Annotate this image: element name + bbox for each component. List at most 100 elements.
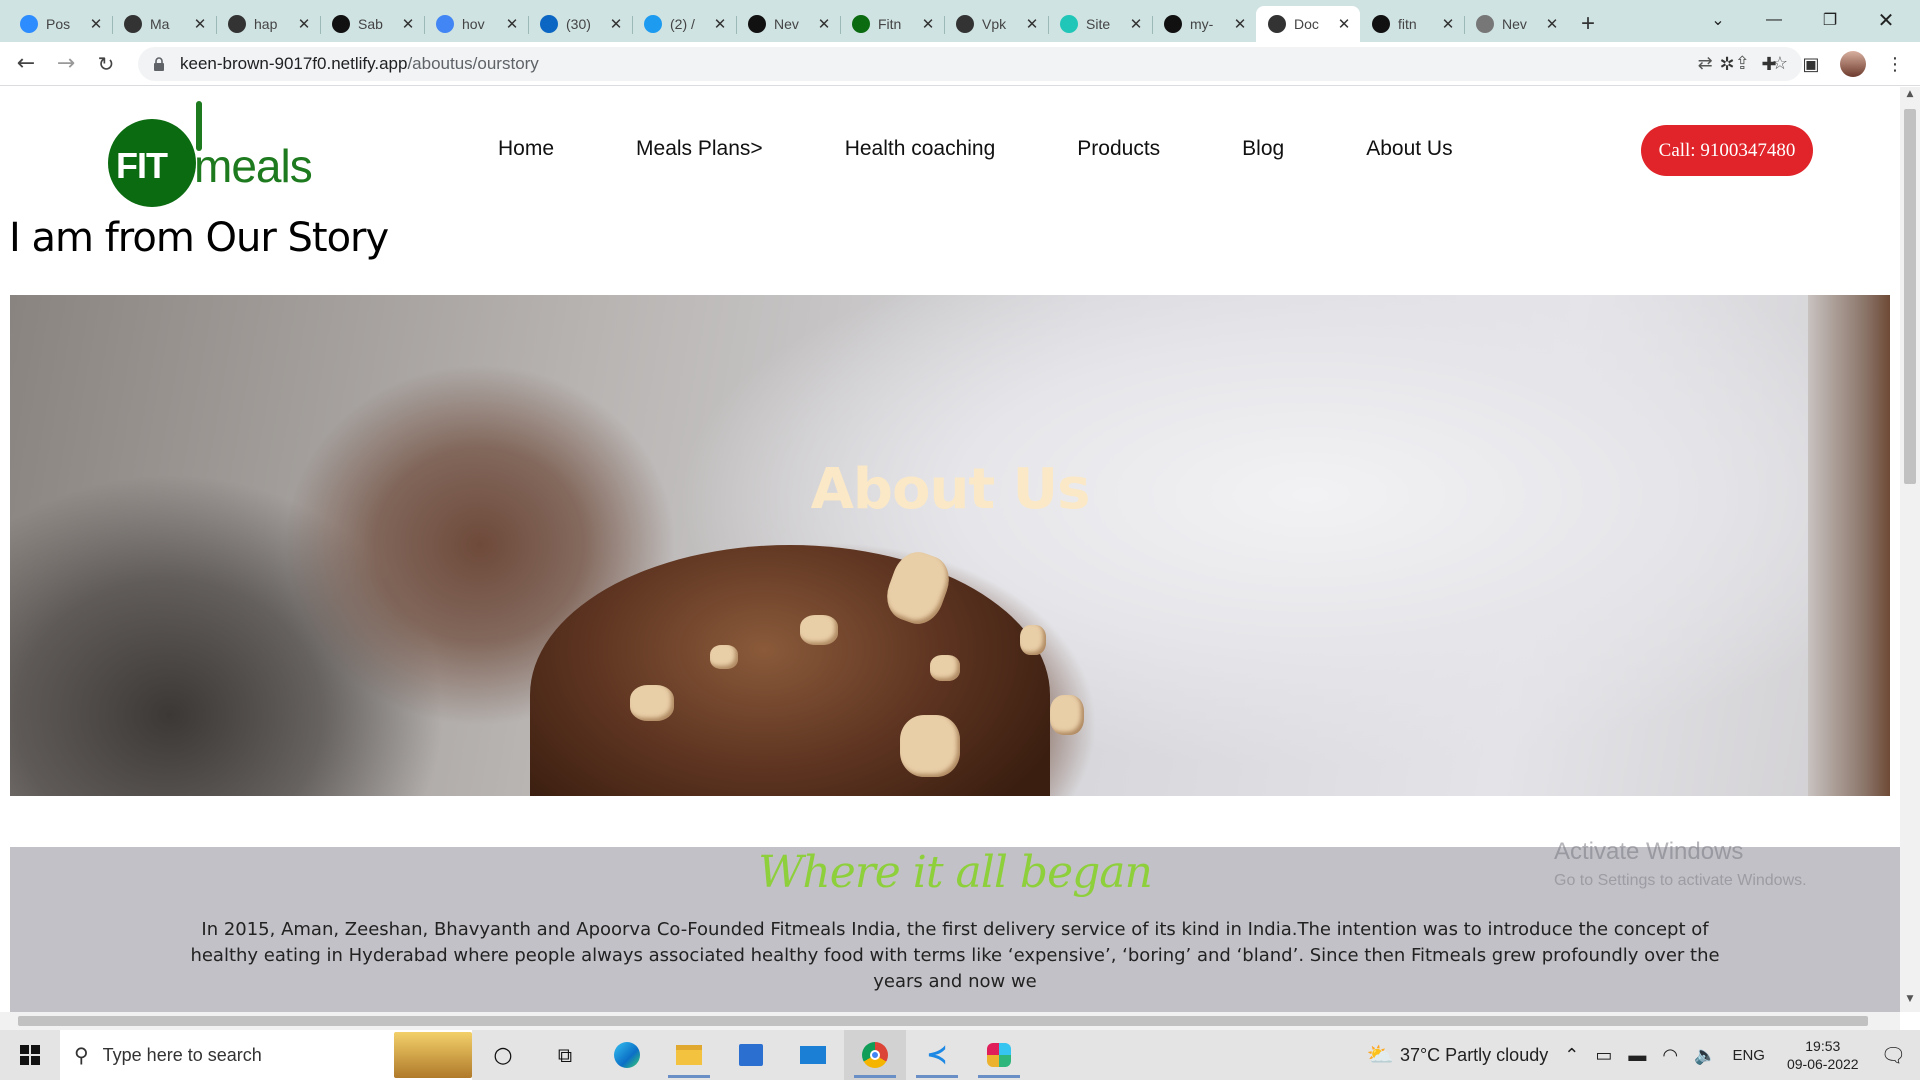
notifications-icon[interactable]: 🗨: [1873, 1043, 1920, 1068]
start-button[interactable]: [0, 1030, 60, 1080]
close-tab-icon[interactable]: ✕: [296, 15, 312, 33]
globe-icon: [124, 15, 142, 33]
new-tab-button[interactable]: +: [1568, 6, 1608, 42]
browser-tab[interactable]: my- ✕: [1152, 6, 1256, 42]
tab-title: my-: [1190, 16, 1214, 32]
language-indicator[interactable]: ENG: [1724, 1047, 1773, 1064]
side-panel-icon[interactable]: ▣: [1796, 49, 1826, 79]
nav-meals-plans[interactable]: Meals Plans>: [636, 137, 763, 161]
mail-icon[interactable]: [782, 1030, 844, 1080]
profile-avatar[interactable]: [1838, 49, 1868, 79]
tab-strip: Pos ✕ Ma ✕ hap ✕ Sab ✕ hov ✕ (30) ✕ (2) / ✕ Nev ✕ Fitn ✕ V…: [0, 0, 1920, 42]
browser-tab[interactable]: hap ✕: [216, 6, 320, 42]
browser-tab[interactable]: hov ✕: [424, 6, 528, 42]
browser-tab[interactable]: fitn ✕: [1360, 6, 1464, 42]
vertical-scrollbar[interactable]: ▲ ▼: [1900, 87, 1920, 1012]
slack-icon[interactable]: [968, 1030, 1030, 1080]
tab-title: Vpk: [982, 16, 1007, 32]
call-button[interactable]: Call: 9100347480: [1641, 125, 1813, 176]
store-icon[interactable]: [720, 1030, 782, 1080]
main-nav: Home Meals Plans> Health coaching Produc…: [498, 137, 1535, 161]
edge-icon[interactable]: [596, 1030, 658, 1080]
nav-products[interactable]: Products: [1077, 137, 1160, 161]
file-explorer-icon[interactable]: [658, 1030, 720, 1080]
nav-home[interactable]: Home: [498, 137, 554, 161]
linkedin-icon: [540, 15, 558, 33]
battery-icon[interactable]: ▬: [1620, 1045, 1654, 1066]
browser-tab[interactable]: Nev ✕: [736, 6, 840, 42]
scroll-up-icon[interactable]: ▲: [1900, 89, 1920, 105]
url-path: /aboutus/ourstory: [407, 54, 539, 73]
address-bar[interactable]: keen-brown-9017f0.netlify.app/aboutus/ou…: [138, 47, 1802, 81]
close-tab-icon[interactable]: ✕: [712, 15, 728, 33]
close-tab-icon[interactable]: ✕: [1232, 15, 1248, 33]
close-tab-icon[interactable]: ✕: [1024, 15, 1040, 33]
device-icon[interactable]: ▭: [1587, 1045, 1620, 1066]
close-tab-icon[interactable]: ✕: [400, 15, 416, 33]
hero-edge: [1808, 295, 1890, 796]
browser-tab[interactable]: Sab ✕: [320, 6, 424, 42]
extension-bug-icon[interactable]: ✲: [1712, 49, 1742, 79]
tab-search-icon[interactable]: ⌄: [1690, 0, 1746, 40]
nav-about-us[interactable]: About Us: [1366, 137, 1452, 161]
clock[interactable]: 19:53 09-06-2022: [1773, 1037, 1873, 1073]
extensions-puzzle-icon[interactable]: ✚: [1754, 49, 1784, 79]
scroll-thumb[interactable]: [1904, 109, 1916, 484]
fitmeals-logo[interactable]: FIT meals: [108, 101, 313, 207]
restore-icon[interactable]: ❐: [1802, 0, 1858, 40]
cortana-icon[interactable]: ○: [472, 1030, 534, 1080]
github-icon: [332, 15, 350, 33]
lock-icon: [154, 57, 164, 71]
taskbar-search[interactable]: ⚲ Type here to search: [60, 1030, 472, 1080]
close-tab-icon[interactable]: ✕: [504, 15, 520, 33]
page-heading: I am from Our Story: [9, 215, 389, 261]
browser-tab[interactable]: Doc ✕: [1256, 6, 1360, 42]
show-hidden-icons[interactable]: ⌃: [1556, 1045, 1587, 1066]
minimize-icon[interactable]: —: [1746, 0, 1802, 40]
close-tab-icon[interactable]: ✕: [816, 15, 832, 33]
browser-tab[interactable]: Vpk ✕: [944, 6, 1048, 42]
chrome-icon: [1476, 15, 1494, 33]
close-tab-icon[interactable]: ✕: [1544, 15, 1560, 33]
browser-tab[interactable]: Site ✕: [1048, 6, 1152, 42]
nav-blog[interactable]: Blog: [1242, 137, 1284, 161]
browser-tab[interactable]: Fitn ✕: [840, 6, 944, 42]
close-tab-icon[interactable]: ✕: [608, 15, 624, 33]
close-tab-icon[interactable]: ✕: [920, 15, 936, 33]
browser-tab[interactable]: (2) / ✕: [632, 6, 736, 42]
tab-title: Pos: [46, 16, 71, 32]
close-tab-icon[interactable]: ✕: [1336, 15, 1352, 33]
netlify-icon: [1060, 15, 1078, 33]
close-tab-icon[interactable]: ✕: [88, 15, 104, 33]
horizontal-scroll-thumb[interactable]: [18, 1016, 1868, 1026]
translate-icon[interactable]: ⇄: [1698, 53, 1713, 74]
close-tab-icon[interactable]: ✕: [1128, 15, 1144, 33]
scroll-down-icon[interactable]: ▼: [1900, 994, 1920, 1010]
task-view-icon[interactable]: ⧉: [534, 1030, 596, 1080]
nav-health-coaching[interactable]: Health coaching: [845, 137, 996, 161]
search-highlight-image: [394, 1032, 472, 1078]
nut-piece: [900, 715, 960, 777]
browser-tab[interactable]: Nev ✕: [1464, 6, 1568, 42]
browser-tab[interactable]: Pos ✕: [8, 6, 112, 42]
vscode-icon[interactable]: ≺: [906, 1030, 968, 1080]
close-tab-icon[interactable]: ✕: [1440, 15, 1456, 33]
clock-date: 09-06-2022: [1786, 1056, 1859, 1072]
close-tab-icon[interactable]: ✕: [192, 15, 208, 33]
menu-kebab-icon[interactable]: ⋮: [1880, 49, 1910, 79]
reload-icon[interactable]: ↻: [86, 46, 126, 82]
forward-icon[interactable]: →: [46, 46, 86, 82]
back-icon[interactable]: ←: [6, 46, 46, 82]
browser-tab[interactable]: Ma ✕: [112, 6, 216, 42]
wifi-icon[interactable]: ◠: [1654, 1045, 1686, 1066]
tab-title: Nev: [1502, 16, 1527, 32]
browser-tab[interactable]: (30) ✕: [528, 6, 632, 42]
close-window-icon[interactable]: ✕: [1858, 0, 1914, 40]
horizontal-scrollbar[interactable]: [0, 1012, 1900, 1030]
volume-icon[interactable]: 🔈: [1686, 1045, 1724, 1066]
logo-fit-text: FIT: [116, 145, 168, 186]
nut-piece: [1050, 695, 1084, 735]
chrome-icon[interactable]: [844, 1030, 906, 1080]
weather-widget[interactable]: ⛅ 37°C Partly cloudy: [1359, 1042, 1557, 1068]
tab-title: hov: [462, 16, 485, 32]
